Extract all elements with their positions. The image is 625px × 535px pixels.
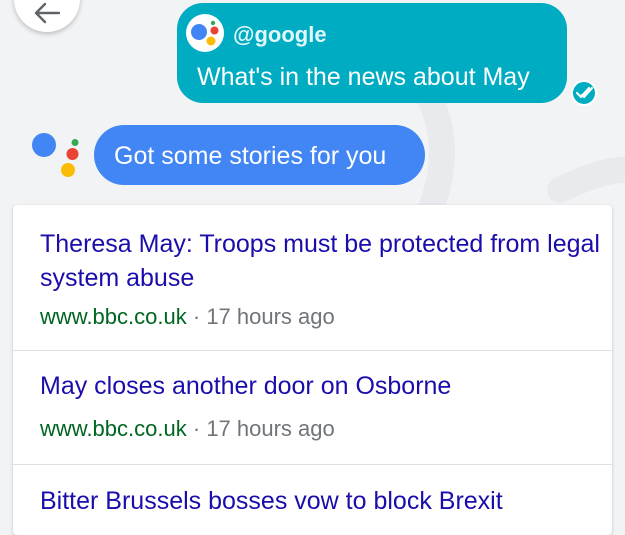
google-assistant-logo-icon [186,14,224,52]
news-headline-link[interactable]: May closes another door on Osborne [40,369,600,403]
meta-separator: · [192,416,201,441]
news-timestamp: 17 hours ago [206,416,335,441]
news-results-card: Theresa May: Troops must be protected fr… [13,205,612,535]
news-meta: www.bbc.co.uk · 17 hours ago [40,304,335,330]
news-item[interactable]: Bitter Brussels bosses vow to block Brex… [13,465,612,535]
news-item[interactable]: May closes another door on Osborne www.b… [13,351,612,465]
assistant-message-bubble: Got some stories for you [94,125,425,185]
meta-separator: · [192,304,201,329]
news-timestamp: 17 hours ago [206,304,335,329]
double-check-icon [571,80,597,106]
arrow-left-icon [34,2,61,24]
news-source: www.bbc.co.uk [40,304,187,329]
google-assistant-logo-icon [32,133,79,177]
news-source: www.bbc.co.uk [40,416,187,441]
news-item[interactable]: Theresa May: Troops must be protected fr… [13,205,612,351]
news-headline-link[interactable]: Bitter Brussels bosses vow to block Brex… [40,484,600,518]
user-handle: @google [233,22,327,47]
user-message-bubble: @google What's in the news about May [177,3,567,103]
news-headline-link[interactable]: Theresa May: Troops must be protected fr… [40,227,600,295]
news-meta: www.bbc.co.uk · 17 hours ago [40,416,335,442]
assistant-reply-text: Got some stories for you [114,142,387,170]
user-query-text: What's in the news about May [197,63,530,91]
